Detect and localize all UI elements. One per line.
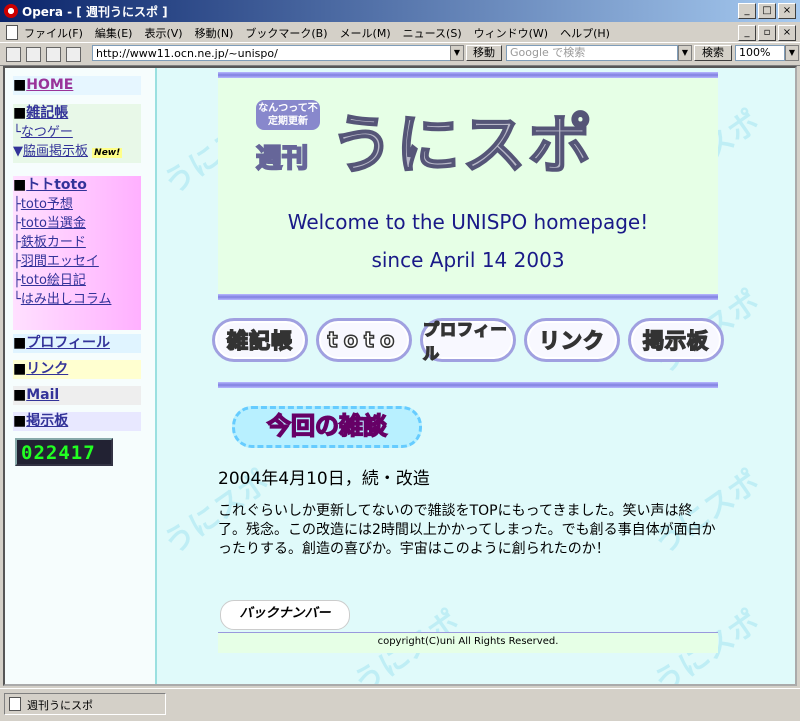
go-button[interactable]: 移動 [466,45,502,61]
mdi-controls: _ ▫ × [738,25,796,41]
nav-button[interactable]: リンク [524,318,620,362]
menu-item[interactable]: ニュース(S) [403,25,462,41]
mdi-minimize-button[interactable]: _ [738,25,756,41]
menu-item[interactable]: 表示(V) [144,25,182,41]
search-button[interactable]: 検索 [694,45,732,61]
window-title: Opera - [ 週刊うにスポ ] [22,5,168,19]
entry-body: これぐらいしか更新してないので雑談をTOPにもってきました。笑い声は終了。残念。… [218,503,716,557]
nav-toto-block: ■トトtoto ├toto予想 ├toto当選金 ├鉄板カード ├羽間エッセイ ├tot… [13,176,141,330]
page-icon [9,697,21,711]
nav-button[interactable]: 雑記帳 [212,318,308,362]
nav-button-row: 雑記帳 toto プロフィール リンク 掲示板 [212,318,724,364]
sidebar-item-toto[interactable]: トトtoto [26,177,87,193]
footer: copyright(C)uni All Rights Reserved. [218,632,718,653]
address-toolbar: http://www11.ocn.ne.jp/~unispo/ ▼ 移動 Goo… [0,42,800,66]
print-icon[interactable] [66,47,81,62]
since-text: since April 14 2003 [371,248,565,272]
banner-top-bar [218,72,718,78]
sidebar-item-zakki[interactable]: 雑記帳 [26,105,68,121]
menu-item[interactable]: ファイル(F) [24,25,83,41]
search-input[interactable]: Google で検索 [506,45,678,61]
sidebar-item-bbs-movie[interactable]: 脇画掲示板 [23,144,88,159]
nav-button[interactable]: プロフィール [420,318,516,364]
access-counter: 022417 [15,438,113,466]
status-bar: 週刊うにスポ [0,688,800,721]
sidebar-item-toto-sub[interactable]: toto予想 [21,197,73,212]
mdi-close-button[interactable]: × [778,25,796,41]
banner-tag: なんつって不定期更新 [256,100,320,130]
address-dropdown[interactable]: ▼ [450,45,464,61]
menu-bar: ファイル(F) 編集(E) 表示(V) 移動(N) ブックマーク(B) メール(M) ニュー… [0,22,800,42]
nav-mail-block: ■Mail [13,386,141,405]
nav-profile-block: ■プロフィール [13,334,141,353]
title-bar: Opera - [ 週刊うにスポ ] _ □ × [0,0,800,22]
banner: なんつって不定期更新 週刊 うにスポ Welcome to the UNISPO… [218,72,718,300]
menu-item[interactable]: 編集(E) [95,25,133,41]
menu-item[interactable]: ヘルプ(H) [560,25,610,41]
status-panel: 週刊うにスポ [4,693,166,715]
sidebar-item-natsuge[interactable]: なつゲー [21,125,73,140]
minimize-button[interactable]: _ [738,3,756,19]
nav-zakki-block: ■雑記帳 └なつゲー ▼脇画掲示板 New! [13,104,141,163]
sidebar-nav: ■HOME ■雑記帳 └なつゲー ▼脇画掲示板 New! ■トトtoto ├to… [5,68,157,684]
zoom-dropdown[interactable]: ▼ [785,45,799,61]
sidebar-item-mail[interactable]: Mail [26,387,59,403]
welcome-text: Welcome to the UNISPO homepage! [287,210,649,234]
toto-link-row: └はみ出しコラム [13,292,112,307]
sidebar-item-home[interactable]: HOME [26,77,73,93]
menu-item[interactable]: ウィンドウ(W) [474,25,548,41]
mdi-restore-button[interactable]: ▫ [758,25,776,41]
toto-link-list: ├toto予想 ├toto当選金 ├鉄板カード ├羽間エッセイ ├toto絵日記 └はみ出… [13,195,141,309]
document-icon [6,25,18,40]
section-divider [218,382,718,388]
sidebar-item-toto-sub[interactable]: 鉄板カード [21,235,86,250]
banner-subtitle: 週刊 [255,143,309,175]
sidebar-item-toto-sub[interactable]: はみ出しコラム [21,292,112,307]
maximize-button[interactable]: □ [758,3,776,19]
search-dropdown[interactable]: ▼ [678,45,692,61]
entry-date: 2004年4月10日，続・改造 [218,469,430,489]
toto-link-row: ├toto絵日記 [13,273,86,288]
nav-home-block: ■HOME [13,76,141,95]
nav-bbs-block: ■掲示板 [13,412,141,431]
toto-link-row: ├toto当選金 [13,216,86,231]
nav-button[interactable]: toto [316,318,412,362]
sidebar-item-bbs[interactable]: 掲示板 [26,413,68,429]
sidebar-item-link[interactable]: リンク [26,361,68,377]
counter-value: 022417 [21,442,96,464]
sidebar-item-toto-sub[interactable]: 羽間エッセイ [21,254,99,269]
window-controls: _ □ × [738,3,796,19]
toto-link-row: ├toto予想 [13,197,73,212]
menu-item[interactable]: メール(M) [340,25,391,41]
toto-link-row: ├羽間エッセイ [13,254,99,269]
close-button[interactable]: × [778,3,796,19]
banner-bottom-bar [218,294,718,300]
talk-heading: 今回の雑談 [232,406,422,448]
sidebar-item-profile[interactable]: プロフィール [26,335,110,351]
cookie-icon[interactable] [26,47,41,62]
menu-item[interactable]: ブックマーク(B) [245,25,327,41]
status-text: 週刊うにスポ [27,699,93,712]
new-badge: New! [92,148,123,158]
opera-icon [4,4,18,18]
sidebar-item-toto-sub[interactable]: toto当選金 [21,216,86,231]
page-icon[interactable] [46,47,61,62]
banner-logo: うにスポ [329,108,594,184]
nav-button[interactable]: 掲示板 [628,318,724,362]
sidebar-item-toto-sub[interactable]: toto絵日記 [21,273,86,288]
menu-list: ファイル(F) 編集(E) 表示(V) 移動(N) ブックマーク(B) メール(M) ニュー… [24,25,610,41]
menu-item[interactable]: 移動(N) [195,25,234,41]
back-number-button[interactable]: バックナンバー [220,600,350,630]
lock-icon[interactable] [6,47,21,62]
toto-link-row: ├鉄板カード [13,235,86,250]
nav-link-block: ■リンク [13,360,141,379]
page-viewport: うにスポ うにスポ うにスポ うにスポ うにスポ うにスポ うにスポ うにスポ … [3,66,797,686]
zoom-field[interactable]: 100% [735,45,785,61]
address-field[interactable]: http://www11.ocn.ne.jp/~unispo/ [92,45,462,61]
